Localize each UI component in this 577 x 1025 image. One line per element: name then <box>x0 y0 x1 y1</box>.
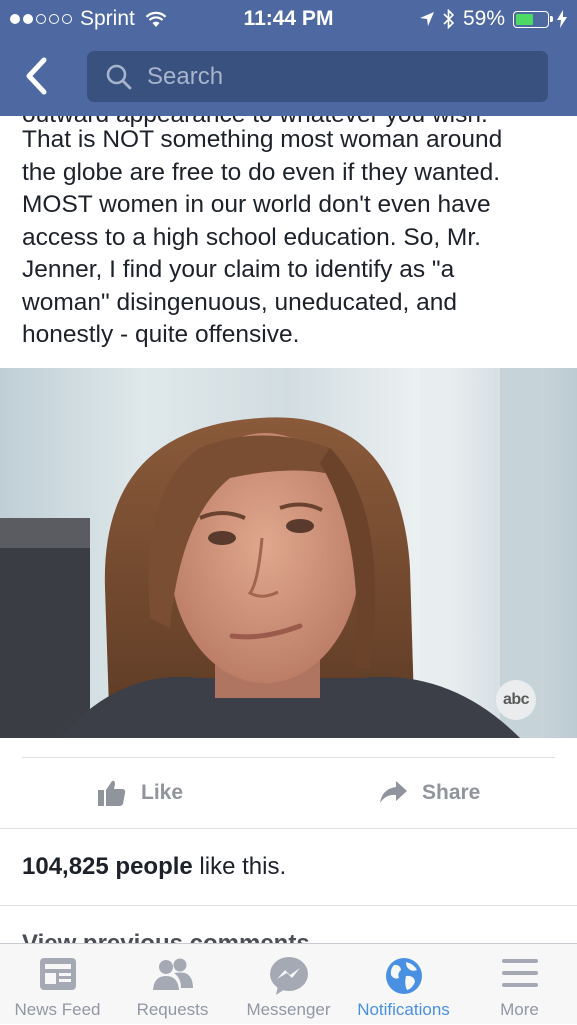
chevron-left-icon <box>26 57 47 95</box>
likes-count: 104,825 people <box>22 853 193 880</box>
share-label: Share <box>422 781 481 804</box>
likes-suffix: like this. <box>192 853 287 880</box>
divider <box>0 828 577 829</box>
divider <box>22 757 555 758</box>
view-previous-comments-label: View previous comments <box>22 930 310 943</box>
location-arrow-icon <box>419 12 434 26</box>
charging-bolt-icon <box>557 10 567 28</box>
post-text-line: Jenner, I find your claim to identify as… <box>22 256 455 283</box>
tab-label: Requests <box>136 1000 209 1019</box>
view-previous-comments-link[interactable]: View previous comments <box>22 930 402 943</box>
tab-more[interactable]: More <box>462 944 577 1025</box>
post-body: outward appearance to whatever you wish.… <box>0 116 577 368</box>
post-text-line: the globe are free to do even if they wa… <box>22 159 501 186</box>
post-photo[interactable]: abc <box>0 368 577 738</box>
post-text-line: access to a high school education. So, M… <box>22 224 481 251</box>
post-text-line: That is NOT something most woman around <box>22 126 503 153</box>
back-button[interactable] <box>22 56 58 96</box>
tab-label: Messenger <box>246 1000 331 1019</box>
system-status: 59% <box>419 7 567 31</box>
like-label: Like <box>141 781 184 804</box>
tab-requests[interactable]: Requests <box>115 944 230 1025</box>
bottom-tab-bar: News Feed Requests Messenger Notificatio… <box>0 943 577 1024</box>
tab-messenger[interactable]: Messenger <box>231 944 346 1025</box>
news-feed-icon <box>39 958 76 990</box>
tab-label: More <box>500 1000 539 1019</box>
tab-news-feed[interactable]: News Feed <box>0 944 115 1025</box>
tab-notifications[interactable]: Notifications <box>346 944 461 1025</box>
search-bar[interactable] <box>87 51 548 102</box>
search-icon <box>106 64 132 89</box>
search-input[interactable] <box>145 61 529 92</box>
battery-icon <box>513 10 553 28</box>
share-button[interactable]: Share <box>378 774 480 812</box>
bluetooth-icon <box>443 9 455 29</box>
share-arrow-icon <box>380 781 407 803</box>
post-text-line: honestly - quite offensive. <box>22 321 300 348</box>
friend-requests-icon <box>152 958 193 990</box>
thumbs-up-icon <box>98 780 126 806</box>
top-navigation-bar: Sprint 11:44 PM 59% <box>0 0 577 116</box>
abc-watermark-logo: abc <box>496 680 536 720</box>
globe-icon <box>385 958 422 994</box>
post-text-line: woman" disingenuous, uneducated, and <box>22 289 458 316</box>
menu-icon <box>501 959 538 987</box>
portrait-photo <box>0 368 577 738</box>
status-bar: Sprint 11:44 PM 59% <box>0 0 577 38</box>
post-text-line: MOST women in our world don't even have <box>22 191 491 218</box>
divider <box>0 905 577 906</box>
likes-summary[interactable]: 104,825 people like this. <box>22 853 286 881</box>
like-button[interactable]: Like <box>97 774 183 812</box>
battery-percent: 59% <box>462 7 505 30</box>
tab-label: Notifications <box>357 1000 450 1019</box>
messenger-icon <box>269 957 308 995</box>
tab-label: News Feed <box>14 1000 101 1019</box>
